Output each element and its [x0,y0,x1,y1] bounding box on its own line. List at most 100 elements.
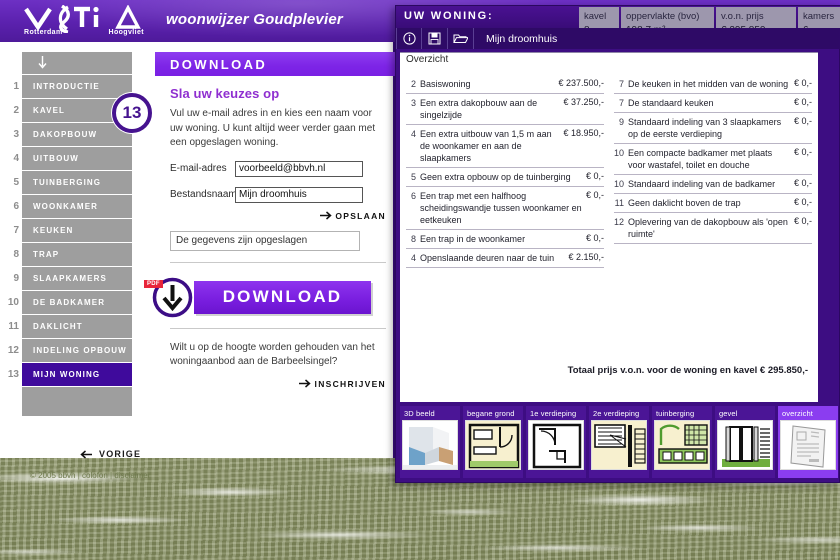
sidebar-item-introductie[interactable]: 1INTRODUCTIE [22,75,132,98]
meta-label: v.o.n. prijs [721,10,791,24]
thumb-3d-beeld[interactable]: 3D beeld [400,406,460,478]
render-3d-thumb [402,420,458,470]
row-step: 6 [406,190,420,201]
meta-label: kamers [803,10,840,24]
sidebar-item-de-badkamer[interactable]: 10DE BADKAMER [22,291,132,314]
row-price: € 0,- [790,147,812,157]
subscribe-button[interactable]: INSCHRIJVEN [170,379,386,389]
row-step: 7 [614,97,628,108]
down-arrow-icon [38,56,47,75]
thumb-begane-grond[interactable]: begane grond [463,406,523,478]
sidebar-item-label: KAVEL [22,106,65,115]
vestia-logo[interactable] [22,5,144,39]
table-row: 11Geen daklicht boven de trap€ 0,- [614,194,812,213]
sidebar-item-number: 12 [5,345,19,356]
row-description: Geen daklicht boven de trap [628,197,790,209]
row-description: De keuken in het midden van de woning [628,78,790,90]
window-filename: Mijn droomhuis [474,33,557,45]
thumb-gevel[interactable]: gevel [715,406,775,478]
intro-text: Vul uw e-mail adres in en kies een naam … [170,107,386,151]
row-step: 7 [614,78,628,89]
download-button[interactable]: DOWNLOAD [194,281,371,314]
nav-filler [22,387,132,416]
row-description: Een trap met een halfhoog scheidingswand… [420,190,582,226]
thumb-caption: begane grond [465,408,521,420]
garden-shed-thumb [654,420,710,470]
info-icon[interactable] [396,28,422,49]
row-price: € 18.950,- [559,128,604,138]
row-price: € 0,- [790,78,812,88]
sidebar-item-mijn-woning[interactable]: 13MIJN WONING [22,363,132,386]
sidebar-item-tuinberging[interactable]: 5TUINBERGING [22,171,132,194]
sidebar-item-number: 5 [5,177,19,188]
logo-subtitle: Rotterdam Hoogvliet [24,29,144,36]
table-row: 9Standaard indeling van 3 slaapkamers op… [614,113,812,144]
sidebar-item-number: 4 [5,153,19,164]
sidebar-item-label: MIJN WONING [22,370,100,379]
row-price: € 0,- [582,171,604,181]
sidebar-item-label: SLAAPKAMERS [22,274,107,283]
open-folder-icon[interactable] [448,28,474,49]
save-icon[interactable] [422,28,448,49]
save-button[interactable]: OPSLAAN [170,211,386,221]
email-field[interactable] [235,161,363,177]
sidebar-item-number: 6 [5,201,19,212]
row-price: € 237.500,- [554,78,604,88]
section-header: DOWNLOAD [155,52,396,76]
thumb-2e-verdieping[interactable]: 2e verdieping [589,406,649,478]
filename-field[interactable] [235,187,363,203]
sidebar-item-slaapkamers[interactable]: 9SLAAPKAMERS [22,267,132,290]
thumb-caption: tuinberging [654,408,710,420]
row-price: € 0,- [790,216,812,226]
row-description: Een compacte badkamer met plaats voor wa… [628,147,790,171]
thumb-caption: 2e verdieping [591,408,647,420]
sidebar-item-label: DE BADKAMER [22,298,105,307]
meta-label: kavel [584,10,614,24]
page-title: Sla uw keuzes op [170,86,386,101]
sidebar-item-trap[interactable]: 8TRAP [22,243,132,266]
row-step: 4 [406,252,420,263]
table-row: 7De keuken in het midden van de woning€ … [614,75,812,94]
thumb-1e-verdieping[interactable]: 1e verdieping [526,406,586,478]
sidebar-item-uitbouw[interactable]: 4UITBOUW [22,147,132,170]
step-badge: 13 [112,93,152,133]
overview-column-left: 2Basiswoning€ 237.500,-3Een extra dakopb… [406,75,604,268]
sidebar-item-keuken[interactable]: 7KEUKEN [22,219,132,242]
sidebar-item-daklicht[interactable]: 11DAKLICHT [22,315,132,338]
thumb-tuinberging[interactable]: tuinberging [652,406,712,478]
thumb-overzicht[interactable]: overzicht [778,406,838,478]
prev-button[interactable]: VORIGE [80,449,141,459]
sidebar-item-number: 9 [5,273,19,284]
download-area: PDF DOWNLOAD [170,277,386,317]
sidebar-item-label: TRAP [22,250,59,259]
tab-overzicht[interactable]: Overzicht [400,52,818,67]
sidebar-item-number: 2 [5,105,19,116]
thumb-caption: 3D beeld [402,408,458,420]
row-description: Standaard indeling van de badkamer [628,178,790,190]
sidebar-item-dakopbouw[interactable]: 3DAKOPBOUW [22,123,132,146]
sidebar-item-number: 1 [5,81,19,92]
logo-city-right: Hoogvliet [109,29,145,36]
table-row: 3Een extra dakopbouw aan de singelzijde€… [406,94,604,125]
newsletter-question: Wilt u op de hoogte worden gehouden van … [170,341,386,370]
colofon-link[interactable]: colofon [82,471,108,480]
table-row: 4Openslaande deuren naar de tuin€ 2.150,… [406,249,604,268]
arrow-right-icon [319,211,332,220]
thumb-caption: overzicht [780,408,836,420]
filename-row: Bestandsnaam [170,187,386,203]
sidebar-item-indeling-opbouw[interactable]: 12INDELING OPBOUW [22,339,132,362]
content-panel: 1INTRODUCTIE2KAVEL 3DAKOPBOUW4UITBOUW5TUI… [0,42,396,458]
table-row: 10Standaard indeling van de badkamer€ 0,… [614,175,812,194]
disclaimer-link[interactable]: disclaimer [114,471,150,480]
row-price: € 0,- [582,190,604,200]
nav-scroll-up[interactable] [22,52,132,74]
sidebar-item-woonkamer[interactable]: 6WOONKAMER [22,195,132,218]
table-row: 4Een extra uitbouw van 1,5 m aan de woon… [406,125,604,168]
row-description: Geen extra opbouw op de tuinberging [420,171,582,183]
overview-doc-thumb [780,420,836,470]
email-label: E-mail-adres [170,163,235,174]
table-row: 10Een compacte badkamer met plaats voor … [614,144,812,175]
row-step: 8 [406,233,420,244]
sidebar-item-number: 7 [5,225,19,236]
row-description: De standaard keuken [628,97,790,109]
